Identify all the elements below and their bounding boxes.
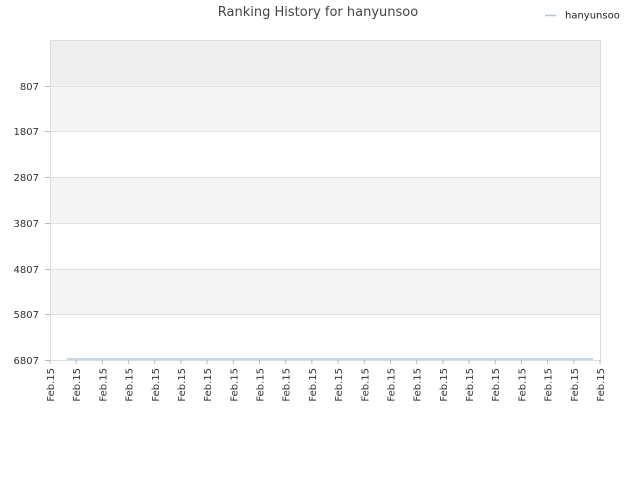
plot-band: [50, 177, 600, 223]
legend-label-hanyunsoo: hanyunsoo: [565, 11, 620, 22]
y-tick-label: 807: [20, 82, 39, 93]
x-tick-label: Feb.15: [491, 368, 502, 402]
x-tick-label: Feb.15: [203, 368, 214, 402]
plot-band: [50, 268, 600, 315]
plot-band: [50, 314, 600, 360]
x-tick-label: Feb.15: [177, 368, 188, 402]
x-axis-ticks: Feb.15 Feb.15 Feb.15 Feb.15 Feb.15 Feb.15 Feb.…: [46, 360, 607, 402]
plot-band: [50, 85, 600, 132]
x-tick-label: Feb.15: [596, 368, 607, 402]
y-axis-ticks: 807 1807 2807 3807 4807 5807 6807: [14, 82, 50, 367]
x-tick-label: Feb.15: [46, 368, 57, 402]
x-tick-label: Feb.15: [229, 368, 240, 402]
y-tick-label: 2807: [14, 173, 39, 184]
legend: hanyunsoo: [545, 11, 620, 22]
x-tick-label: Feb.15: [465, 368, 476, 402]
plot-band: [50, 40, 600, 86]
x-tick-label: Feb.15: [308, 368, 319, 402]
y-tick-label: 1807: [14, 127, 39, 138]
x-tick-label: Feb.15: [439, 368, 450, 402]
x-tick-label: Feb.15: [334, 368, 345, 402]
y-tick-label: 5807: [14, 310, 39, 321]
y-tick-label: 3807: [14, 219, 39, 230]
x-tick-label: Feb.15: [125, 368, 136, 402]
x-tick-label: Feb.15: [544, 368, 555, 402]
plot-band: [50, 131, 600, 178]
plot-band: [50, 222, 600, 269]
x-tick-label: Feb.15: [72, 368, 83, 402]
x-tick-label: Feb.15: [517, 368, 528, 402]
x-tick-label: Feb.15: [413, 368, 424, 402]
x-tick-label: Feb.15: [570, 368, 581, 402]
x-tick-label: Feb.15: [386, 368, 397, 402]
y-tick-label: 6807: [14, 356, 39, 367]
ranking-chart: Ranking History for hanyunsoo hanyunsoo …: [14, 5, 620, 402]
y-tick-label: 4807: [14, 265, 39, 276]
plot-background-bands: [50, 40, 600, 360]
chart-title: Ranking History for hanyunsoo: [218, 5, 418, 20]
x-tick-label: Feb.15: [282, 368, 293, 402]
x-tick-label: Feb.15: [151, 368, 162, 402]
x-tick-label: Feb.15: [98, 368, 109, 402]
x-tick-label: Feb.15: [360, 368, 371, 402]
x-tick-label: Feb.15: [256, 368, 267, 402]
